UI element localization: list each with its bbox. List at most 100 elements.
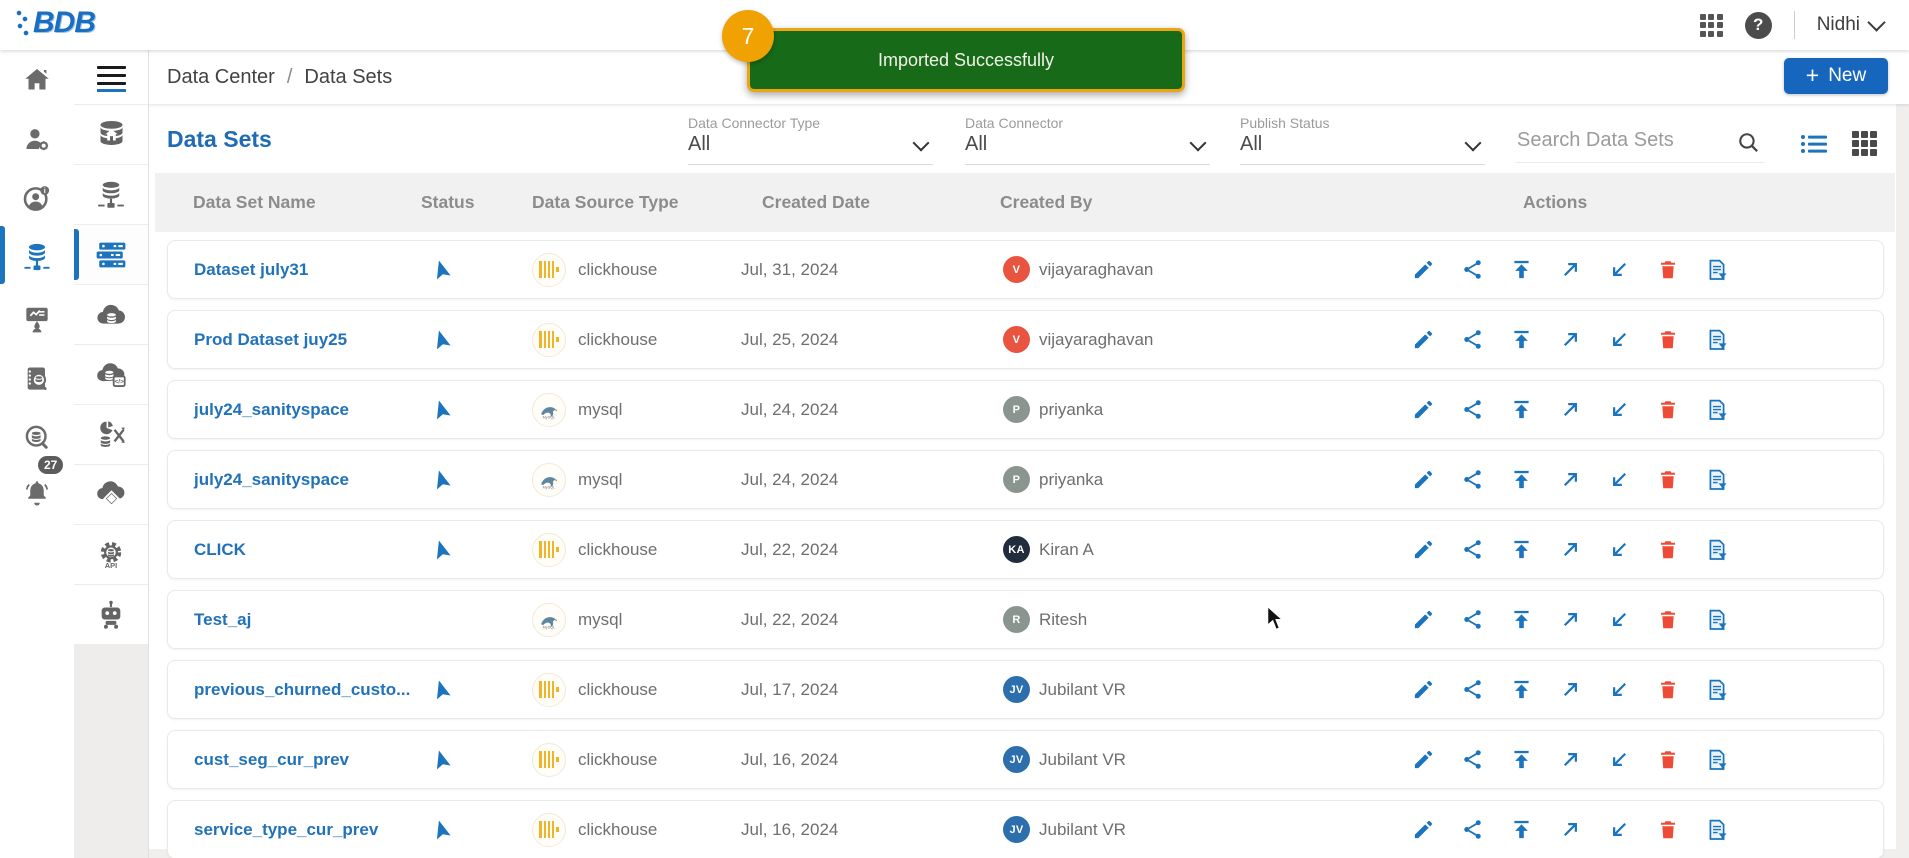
sidebar-item-bot[interactable]: [74, 585, 148, 644]
delete-icon[interactable]: [1655, 397, 1681, 423]
arrow-up-right-icon[interactable]: [1557, 467, 1583, 493]
sidebar-item-user-info[interactable]: i: [0, 170, 74, 228]
arrow-down-left-icon[interactable]: [1606, 537, 1632, 563]
arrow-up-right-icon[interactable]: [1557, 817, 1583, 843]
share-icon[interactable]: [1459, 537, 1485, 563]
sidebar-item-data-catalog[interactable]: [0, 350, 74, 408]
dataset-name-link[interactable]: Test_aj: [168, 610, 251, 629]
share-icon[interactable]: [1459, 677, 1485, 703]
sidebar-item-data-store-home[interactable]: [74, 105, 148, 164]
sidebar-item-training[interactable]: [0, 290, 74, 348]
arrow-down-left-icon[interactable]: [1606, 607, 1632, 633]
sidebar-item-api-services[interactable]: API: [74, 525, 148, 584]
dataset-name-link[interactable]: july24_sanityspace: [168, 470, 349, 489]
dataset-name-link[interactable]: Dataset july31: [168, 260, 308, 279]
delete-icon[interactable]: [1655, 607, 1681, 633]
edit-icon[interactable]: [1410, 607, 1436, 633]
filter-data-connector[interactable]: Data Connector All: [965, 112, 1210, 165]
sidebar-item-data-sets[interactable]: [74, 225, 148, 284]
search-icon[interactable]: [1736, 130, 1761, 160]
publish-icon[interactable]: [1508, 817, 1534, 843]
document-filter-icon[interactable]: [1704, 677, 1730, 703]
share-icon[interactable]: [1459, 817, 1485, 843]
publish-icon[interactable]: [1508, 327, 1534, 353]
edit-icon[interactable]: [1410, 397, 1436, 423]
sidebar-item-home[interactable]: [0, 51, 74, 109]
arrow-down-left-icon[interactable]: [1606, 327, 1632, 353]
edit-icon[interactable]: [1410, 467, 1436, 493]
arrow-up-right-icon[interactable]: [1557, 537, 1583, 563]
menu-toggle[interactable]: [74, 50, 148, 104]
document-filter-icon[interactable]: [1704, 327, 1730, 353]
delete-icon[interactable]: [1655, 677, 1681, 703]
search-input[interactable]: [1515, 128, 1769, 153]
share-icon[interactable]: [1459, 747, 1485, 773]
document-filter-icon[interactable]: [1704, 817, 1730, 843]
publish-icon[interactable]: [1508, 467, 1534, 493]
edit-icon[interactable]: [1410, 817, 1436, 843]
dataset-name-link[interactable]: service_type_cur_prev: [168, 820, 378, 839]
filter-data-connector-type[interactable]: Data Connector Type All: [688, 112, 933, 165]
sidebar-item-data-center[interactable]: [0, 228, 74, 286]
document-filter-icon[interactable]: [1704, 397, 1730, 423]
filter-publish-status[interactable]: Publish Status All: [1240, 112, 1485, 165]
arrow-up-right-icon[interactable]: [1557, 747, 1583, 773]
delete-icon[interactable]: [1655, 537, 1681, 563]
user-menu[interactable]: Nidhi: [1817, 14, 1883, 36]
sidebar-item-notifications[interactable]: 27: [0, 464, 74, 522]
arrow-down-left-icon[interactable]: [1606, 677, 1632, 703]
breadcrumb-data-center[interactable]: Data Center: [167, 66, 275, 89]
dataset-name-link[interactable]: cust_seg_cur_prev: [168, 750, 349, 769]
edit-icon[interactable]: [1410, 257, 1436, 283]
dataset-name-link[interactable]: previous_churned_custo...: [168, 680, 410, 699]
sidebar-item-sandbox[interactable]: [74, 465, 148, 524]
apps-grid-icon[interactable]: [1700, 14, 1723, 37]
delete-icon[interactable]: [1655, 257, 1681, 283]
help-icon[interactable]: ?: [1745, 12, 1772, 39]
document-filter-icon[interactable]: [1704, 747, 1730, 773]
breadcrumb-data-sets[interactable]: Data Sets: [304, 66, 392, 89]
edit-icon[interactable]: [1410, 677, 1436, 703]
publish-icon[interactable]: [1508, 537, 1534, 563]
dataset-name-link[interactable]: Prod Dataset juy25: [168, 330, 347, 349]
sidebar-item-user-admin[interactable]: [0, 110, 74, 168]
arrow-up-right-icon[interactable]: [1557, 677, 1583, 703]
arrow-up-right-icon[interactable]: [1557, 607, 1583, 633]
publish-icon[interactable]: [1508, 607, 1534, 633]
share-icon[interactable]: [1459, 327, 1485, 353]
dataset-name-link[interactable]: july24_sanityspace: [168, 400, 349, 419]
delete-icon[interactable]: [1655, 327, 1681, 353]
edit-icon[interactable]: [1410, 327, 1436, 353]
sidebar-item-data-as-api[interactable]: </>: [74, 345, 148, 404]
publish-icon[interactable]: [1508, 397, 1534, 423]
document-filter-icon[interactable]: [1704, 537, 1730, 563]
arrow-up-right-icon[interactable]: [1557, 257, 1583, 283]
arrow-down-left-icon[interactable]: [1606, 817, 1632, 843]
share-icon[interactable]: [1459, 257, 1485, 283]
arrow-down-left-icon[interactable]: [1606, 467, 1632, 493]
arrow-down-left-icon[interactable]: [1606, 747, 1632, 773]
list-view-icon[interactable]: [1800, 132, 1828, 161]
arrow-down-left-icon[interactable]: [1606, 257, 1632, 283]
share-icon[interactable]: [1459, 607, 1485, 633]
delete-icon[interactable]: [1655, 467, 1681, 493]
dataset-name-link[interactable]: CLICK: [168, 540, 246, 559]
arrow-up-right-icon[interactable]: [1557, 397, 1583, 423]
sidebar-item-data-preparation[interactable]: [74, 405, 148, 464]
edit-icon[interactable]: [1410, 747, 1436, 773]
sidebar-item-data-search[interactable]: [0, 408, 74, 466]
delete-icon[interactable]: [1655, 747, 1681, 773]
new-button[interactable]: + New: [1784, 58, 1888, 94]
sidebar-item-data-connectors[interactable]: [74, 165, 148, 224]
document-filter-icon[interactable]: [1704, 607, 1730, 633]
grid-view-icon[interactable]: [1852, 131, 1877, 156]
share-icon[interactable]: [1459, 467, 1485, 493]
sidebar-item-cloud-datastore[interactable]: [74, 285, 148, 344]
delete-icon[interactable]: [1655, 817, 1681, 843]
publish-icon[interactable]: [1508, 257, 1534, 283]
document-filter-icon[interactable]: [1704, 257, 1730, 283]
document-filter-icon[interactable]: [1704, 467, 1730, 493]
share-icon[interactable]: [1459, 397, 1485, 423]
edit-icon[interactable]: [1410, 537, 1436, 563]
arrow-up-right-icon[interactable]: [1557, 327, 1583, 353]
